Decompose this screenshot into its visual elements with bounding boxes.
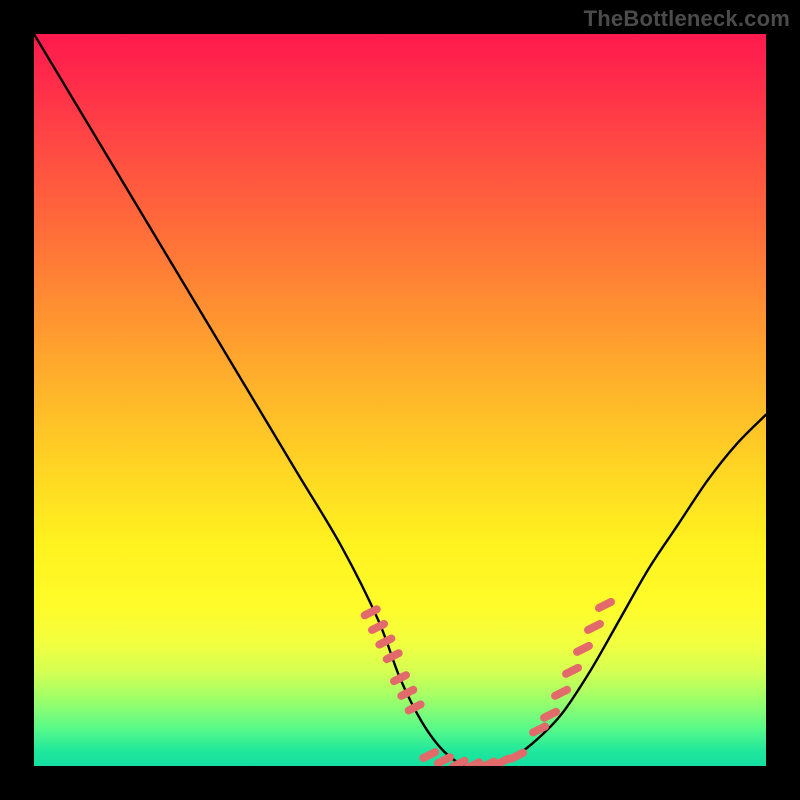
bottleneck-curve <box>34 34 766 766</box>
chart-frame: TheBottleneck.com <box>0 0 800 800</box>
plot-area <box>34 34 766 766</box>
watermark-text: TheBottleneck.com <box>584 6 790 32</box>
